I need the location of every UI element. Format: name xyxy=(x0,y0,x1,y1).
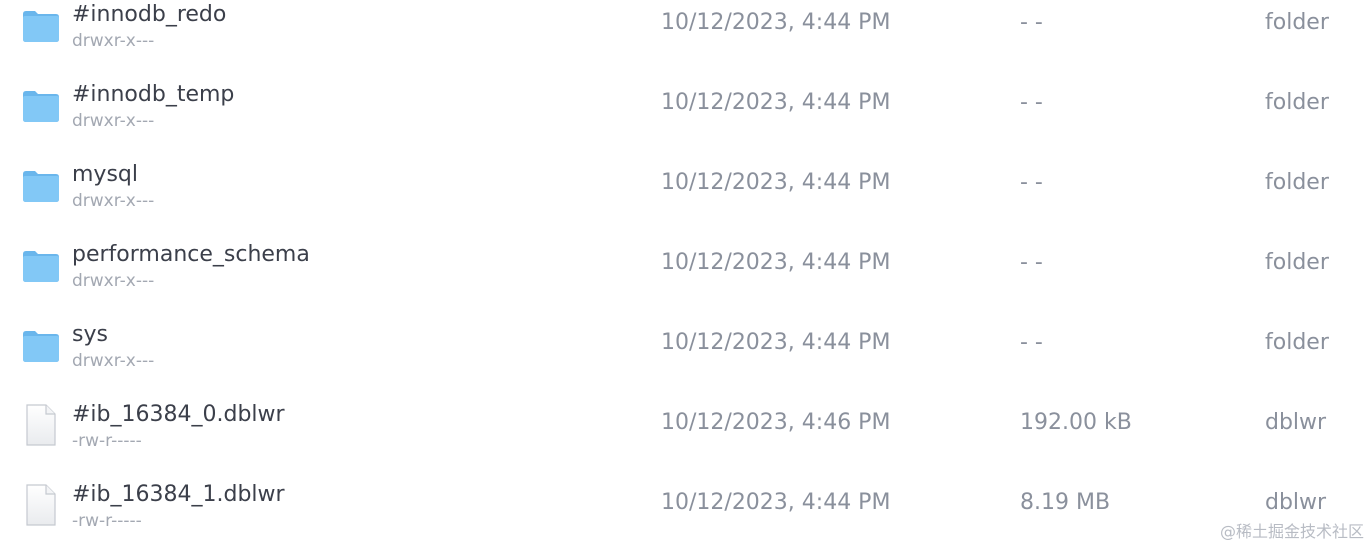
file-row[interactable]: #innodb_redo drwxr-x--- 10/12/2023, 4:44… xyxy=(0,0,1370,80)
file-modified-date: 10/12/2023, 4:44 PM xyxy=(661,10,891,35)
folder-icon xyxy=(22,246,60,284)
file-modified-date: 10/12/2023, 4:44 PM xyxy=(661,170,891,195)
file-permissions: -rw-r----- xyxy=(72,511,142,531)
file-kind: dblwr xyxy=(1265,410,1327,435)
file-size: - - xyxy=(1020,250,1043,275)
file-name: mysql xyxy=(72,162,138,187)
file-size: - - xyxy=(1020,170,1043,195)
file-permissions: drwxr-x--- xyxy=(72,31,155,51)
file-modified-date: 10/12/2023, 4:46 PM xyxy=(661,410,891,435)
file-row[interactable]: sys drwxr-x--- 10/12/2023, 4:44 PM - - f… xyxy=(0,320,1370,400)
file-row[interactable]: #ib_16384_1.dblwr -rw-r----- 10/12/2023,… xyxy=(0,480,1370,560)
folder-icon xyxy=(22,166,60,204)
file-row[interactable]: #innodb_temp drwxr-x--- 10/12/2023, 4:44… xyxy=(0,80,1370,160)
file-permissions: drwxr-x--- xyxy=(72,271,155,291)
file-row[interactable]: #ib_16384_0.dblwr -rw-r----- 10/12/2023,… xyxy=(0,400,1370,480)
file-name: sys xyxy=(72,322,108,347)
watermark: @稀土掘金技术社区 xyxy=(1219,522,1364,541)
file-name: #ib_16384_0.dblwr xyxy=(72,402,285,427)
file-name: #innodb_redo xyxy=(72,2,227,27)
file-modified-date: 10/12/2023, 4:44 PM xyxy=(661,490,891,515)
file-modified-date: 10/12/2023, 4:44 PM xyxy=(661,250,891,275)
file-kind: folder xyxy=(1265,170,1329,195)
folder-icon xyxy=(22,6,60,44)
file-modified-date: 10/12/2023, 4:44 PM xyxy=(661,330,891,355)
file-permissions: drwxr-x--- xyxy=(72,191,155,211)
file-size: - - xyxy=(1020,90,1043,115)
file-kind: folder xyxy=(1265,330,1329,355)
file-size: 8.19 MB xyxy=(1020,490,1111,515)
file-permissions: -rw-r----- xyxy=(72,431,142,451)
file-icon xyxy=(25,484,63,526)
file-kind: folder xyxy=(1265,10,1329,35)
file-icon xyxy=(25,404,63,446)
file-size: - - xyxy=(1020,10,1043,35)
file-name: #ib_16384_1.dblwr xyxy=(72,482,285,507)
folder-icon xyxy=(22,326,60,364)
folder-icon xyxy=(22,86,60,124)
file-kind: folder xyxy=(1265,250,1329,275)
file-size: 192.00 kB xyxy=(1020,410,1132,435)
file-modified-date: 10/12/2023, 4:44 PM xyxy=(661,90,891,115)
file-permissions: drwxr-x--- xyxy=(72,351,155,371)
file-row[interactable]: performance_schema drwxr-x--- 10/12/2023… xyxy=(0,240,1370,320)
file-name: #innodb_temp xyxy=(72,82,235,107)
file-row[interactable]: mysql drwxr-x--- 10/12/2023, 4:44 PM - -… xyxy=(0,160,1370,240)
file-permissions: drwxr-x--- xyxy=(72,111,155,131)
file-kind: dblwr xyxy=(1265,490,1327,515)
file-size: - - xyxy=(1020,330,1043,355)
file-kind: folder xyxy=(1265,90,1329,115)
file-name: performance_schema xyxy=(72,242,310,267)
